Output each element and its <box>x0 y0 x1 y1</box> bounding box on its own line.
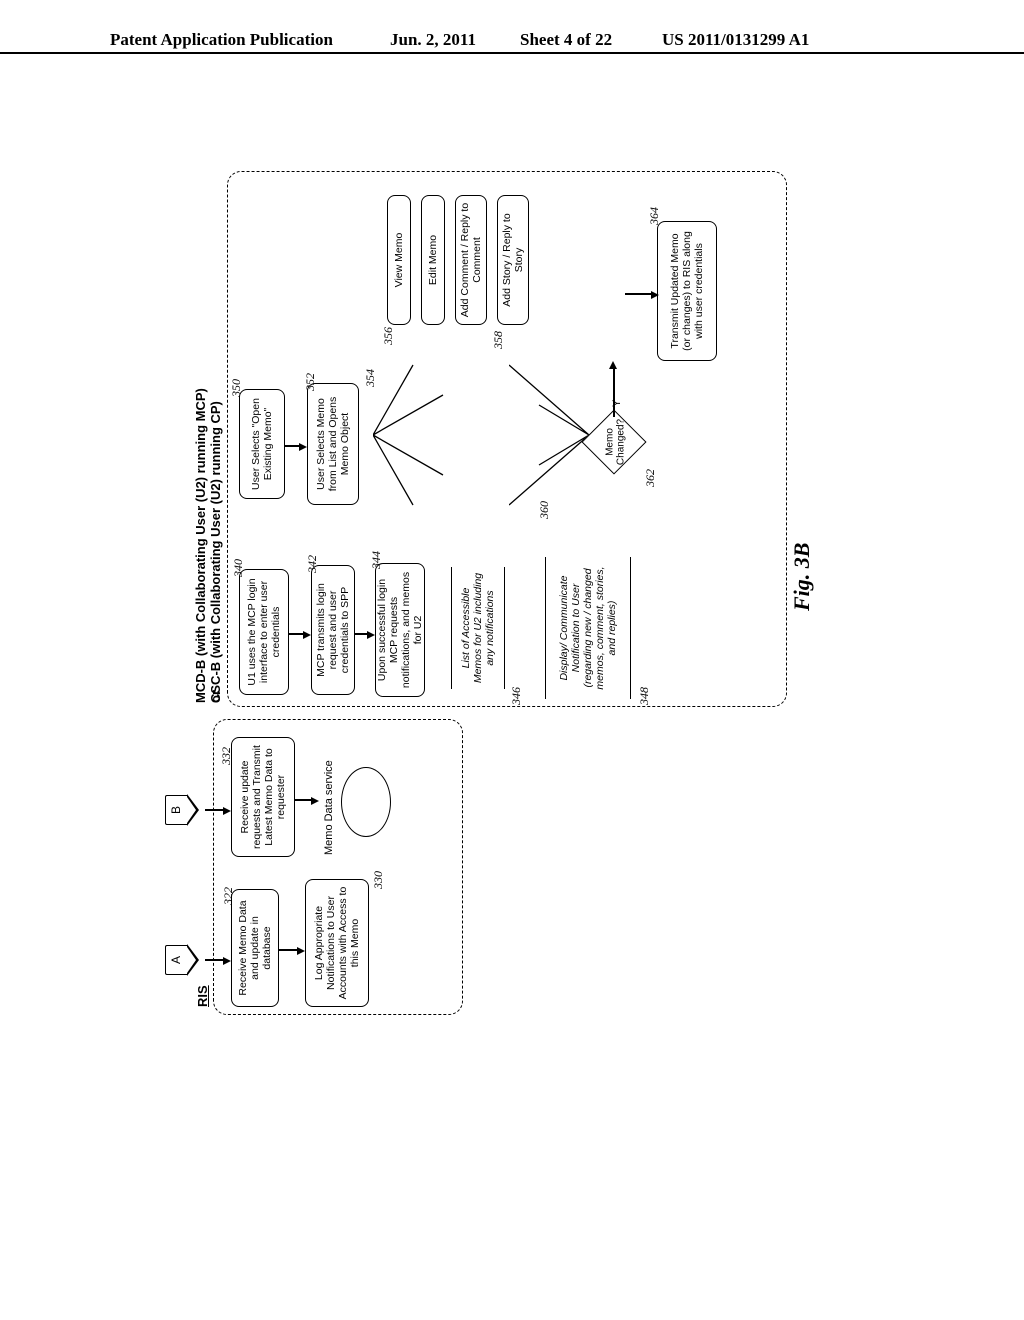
ref-364: 364 <box>647 207 662 225</box>
arrowhead <box>367 631 375 639</box>
box-340: U1 uses the MCP login interface to enter… <box>239 569 289 695</box>
arrowhead <box>297 947 305 955</box>
opt-add-comment: Add Comment / Reply to Comment <box>455 195 487 325</box>
ref-332: 332 <box>219 747 234 765</box>
ref-346: 346 <box>509 687 524 705</box>
arrow <box>205 959 225 961</box>
box-346: List of Accessible Memos for U2 includin… <box>451 567 505 689</box>
box-352: User Selects Memo from List and Opens Me… <box>307 383 359 505</box>
arrowhead <box>299 443 307 451</box>
arrowhead <box>311 797 319 805</box>
ref-330: 330 <box>371 871 386 889</box>
page-header: Patent Application Publication Jun. 2, 2… <box>0 52 1024 82</box>
ref-350: 350 <box>229 379 244 397</box>
opt-view-memo: View Memo <box>387 195 411 325</box>
arrow <box>279 949 299 951</box>
connector-b-label: B <box>165 795 187 825</box>
arrowhead <box>223 807 231 815</box>
ref-348: 348 <box>637 687 652 705</box>
connector-a-label: A <box>165 945 187 975</box>
ref-356: 356 <box>381 327 396 345</box>
box-350: User Selects "Open Existing Memo" <box>239 389 285 499</box>
diagram-canvas: RIS MCD-B (with Collaborating User (U2) … <box>193 165 817 1015</box>
figure-label: Fig. 3B <box>789 543 815 611</box>
decision-362-label: Memo Changed? <box>604 407 626 477</box>
ref-322: 322 <box>221 887 236 905</box>
connector-b: B <box>165 795 195 825</box>
arrowhead <box>223 957 231 965</box>
ref-344: 344 <box>369 551 384 569</box>
arrow <box>613 367 615 417</box>
arrow <box>205 809 225 811</box>
ref-362: 362 <box>643 469 658 487</box>
ref-340: 340 <box>231 559 246 577</box>
ref-342: 342 <box>305 555 320 573</box>
figure-area: RIS MCD-B (with Collaborating User (U2) … <box>193 165 817 1015</box>
box-342: MCP transmits login request and user cre… <box>311 565 355 695</box>
box-364: Transmit Updated Memo (or changes) to RI… <box>657 221 717 361</box>
box-344: Upon successful login MCP requests notif… <box>375 563 425 697</box>
opt-add-story: Add Story / Reply to Story <box>497 195 529 325</box>
header-sheet: Sheet 4 of 22 <box>520 30 612 50</box>
header-pubno: US 2011/0131299 A1 <box>662 30 809 50</box>
arrowhead <box>651 291 659 299</box>
lane-csc: CSC-B (with Collaborating User (U2) runn… <box>208 401 223 703</box>
header-pub: Patent Application Publication <box>110 30 333 50</box>
ref-358: 358 <box>491 331 506 349</box>
lane-ris: RIS <box>195 985 210 1007</box>
arrowhead <box>609 361 617 369</box>
box-332: Receive update requests and Transmit Lat… <box>231 737 295 857</box>
box-330: Log Appropriate Notifications to User Ac… <box>305 879 369 1007</box>
box-322: Receive Memo Data and update in database <box>231 889 279 1007</box>
ref-352: 352 <box>303 373 318 391</box>
memo-data-service: Memo Data service <box>323 760 335 855</box>
service-loop-icon <box>341 767 391 837</box>
connector-a: A <box>165 945 195 975</box>
opt-edit-memo: Edit Memo <box>421 195 445 325</box>
header-date: Jun. 2, 2011 <box>390 30 476 50</box>
arrowhead <box>303 631 311 639</box>
box-348: Display/ Communicate Notification to Use… <box>545 557 631 699</box>
